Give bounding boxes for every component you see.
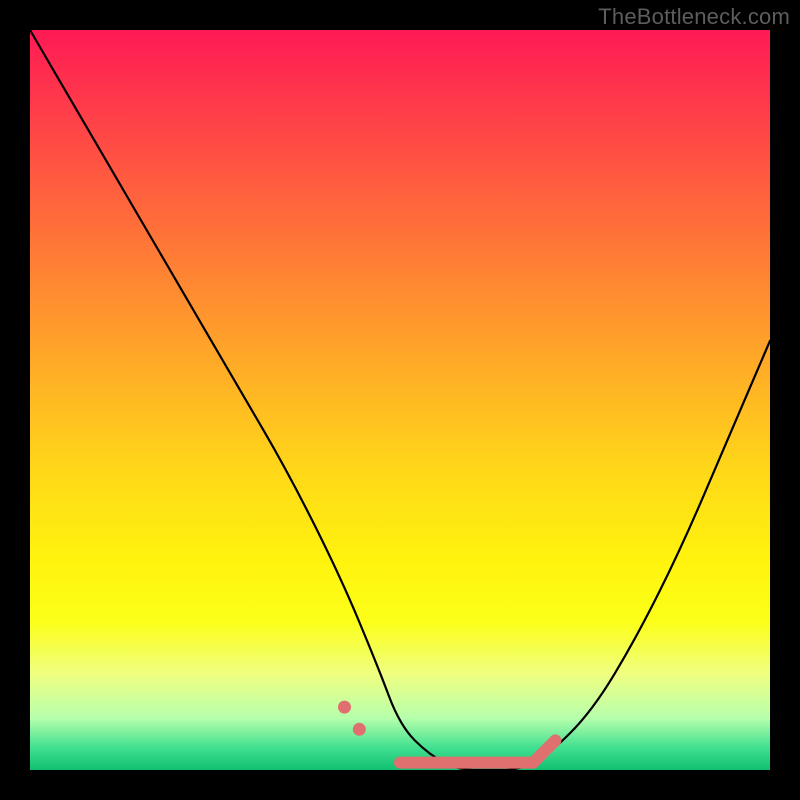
highlight-markers <box>30 30 770 770</box>
chart-frame: TheBottleneck.com <box>0 0 800 800</box>
watermark-text: TheBottleneck.com <box>598 4 790 30</box>
plot-area <box>30 30 770 770</box>
